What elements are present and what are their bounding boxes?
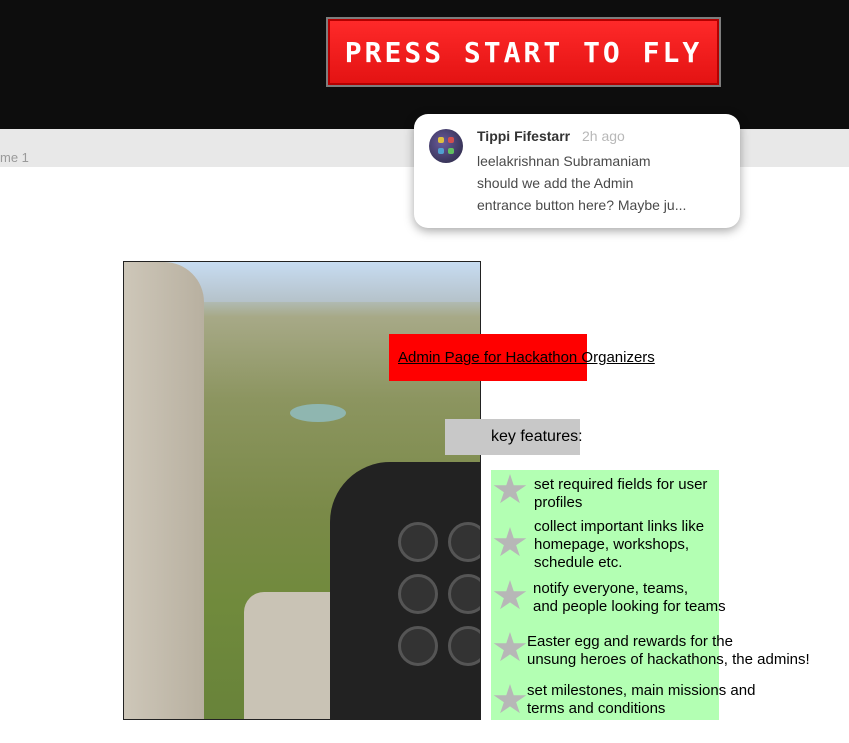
- cockpit-photo: [123, 261, 481, 720]
- feature-line: set milestones, main missions and: [527, 682, 756, 699]
- admin-page-heading-link[interactable]: Admin Page for Hackathon Organizers: [398, 349, 655, 366]
- feature-text: Easter egg and rewards for the unsung he…: [527, 633, 810, 669]
- gauge-icon: [398, 574, 438, 614]
- gauge-icon: [398, 522, 438, 562]
- feature-text: set milestones, main missions and terms …: [527, 682, 755, 718]
- photo-instrument-panel: [330, 462, 480, 719]
- feature-line: terms and conditions: [527, 700, 666, 717]
- key-features-label: key features:: [491, 428, 583, 445]
- photo-lake: [290, 404, 346, 422]
- feature-line: and people looking for teams: [533, 598, 726, 615]
- gauge-icon: [398, 626, 438, 666]
- feature-line: schedule etc.: [534, 554, 623, 571]
- gauge-icon: [448, 574, 480, 614]
- comment-line: should we add the Admin: [477, 175, 634, 191]
- gauge-icon: [448, 522, 480, 562]
- comment-author: Tippi Fifestarr: [477, 128, 571, 144]
- feature-line: unsung heroes of hackathons, the admins!: [527, 651, 810, 668]
- photo-cabin-wall: [124, 262, 204, 719]
- gauge-icon: [448, 626, 480, 666]
- comment-body: leelakrishnan Subramaniam should we add …: [477, 150, 727, 216]
- comment-line: entrance button here? Maybe ju...: [477, 197, 687, 213]
- feature-text: set required fields for user profiles: [534, 476, 707, 512]
- feature-line: notify everyone, teams,: [533, 580, 689, 597]
- feature-line: profiles: [534, 494, 583, 511]
- feature-line: homepage, workshops,: [534, 536, 690, 553]
- comment-card[interactable]: Tippi Fifestarr 2h ago leelakrishnan Sub…: [414, 114, 740, 228]
- feature-text: collect important links like homepage, w…: [534, 518, 704, 572]
- feature-text: notify everyone, teams, and people looki…: [533, 580, 726, 616]
- feature-line: collect important links like: [534, 518, 705, 535]
- press-start-button[interactable]: PRESS START TO FLY: [326, 17, 721, 87]
- feature-line: Easter egg and rewards for the: [527, 633, 733, 650]
- comment-line: leelakrishnan Subramaniam: [477, 153, 651, 169]
- avatar[interactable]: [429, 129, 463, 163]
- feature-line: set required fields for user: [534, 476, 708, 493]
- frame-label[interactable]: me 1: [0, 150, 29, 165]
- comment-timestamp: 2h ago: [582, 128, 625, 144]
